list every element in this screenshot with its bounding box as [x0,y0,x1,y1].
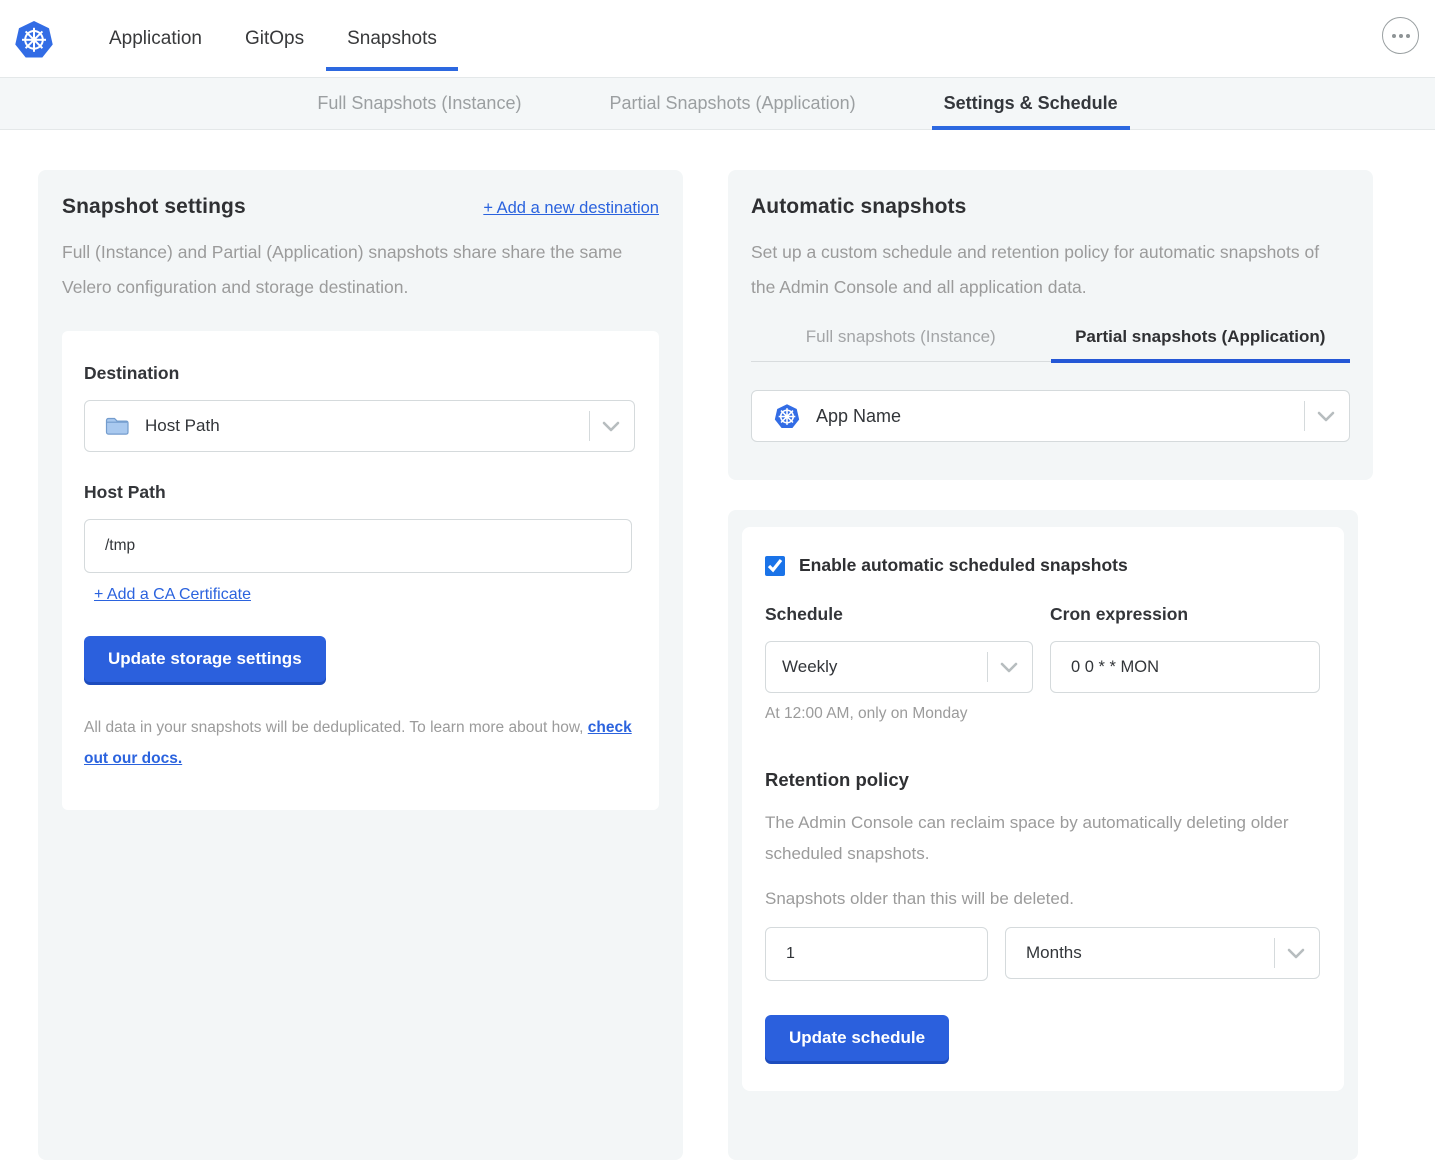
cron-expression-label: Cron expression [1050,604,1320,625]
storage-settings-panel: Destination Host Path Host Path + Add a … [62,331,659,810]
ellipsis-icon [1392,34,1396,38]
update-storage-settings-button[interactable]: Update storage settings [84,636,326,682]
dedupe-footnote-text: All data in your snapshots will be dedup… [84,719,588,736]
snapshot-settings-title: Snapshot settings [62,195,246,219]
snapshot-settings-description: Full (Instance) and Partial (Application… [62,235,652,305]
cron-expression-input[interactable] [1050,641,1320,693]
subnav-settings-schedule[interactable]: Settings & Schedule [944,78,1118,129]
kubernetes-logo-icon [14,19,54,59]
retention-amount-input[interactable] [765,927,988,981]
subnav-settings-schedule-label: Settings & Schedule [944,93,1118,114]
main-nav: Application GitOps Snapshots [109,0,437,77]
cron-hint: At 12:00 AM, only on Monday [765,705,1320,723]
destination-label: Destination [84,363,635,384]
active-snapshot-tab-indicator [1051,359,1351,363]
schedule-label: Schedule [765,604,1033,625]
tab-partial-snapshots-application-label: Partial snapshots (Application) [1075,327,1325,346]
retention-policy-title: Retention policy [765,769,1320,791]
destination-select[interactable]: Host Path [84,400,635,452]
tab-gitops[interactable]: GitOps [245,0,304,77]
add-destination-link[interactable]: + Add a new destination [483,199,659,218]
enable-snapshots-checkbox[interactable] [765,556,785,576]
retention-hint: Snapshots older than this will be delete… [765,889,1320,909]
snapshot-settings-card: Snapshot settings + Add a new destinatio… [38,170,683,1160]
chevron-down-icon [1000,662,1018,673]
subnav-full-snapshots[interactable]: Full Snapshots (Instance) [317,78,521,129]
host-path-input[interactable] [84,519,632,573]
folder-icon [105,416,129,436]
select-divider [1304,401,1305,431]
app-name-select[interactable]: App Name [751,390,1350,442]
chevron-down-icon [1287,948,1305,959]
enable-snapshots-label: Enable automatic scheduled snapshots [799,555,1128,576]
top-nav: Application GitOps Snapshots [0,0,1435,77]
retention-unit-select[interactable]: Months [1005,927,1320,979]
chevron-down-icon [602,421,620,432]
retention-unit-value: Months [1026,943,1274,963]
schedule-interval-value: Weekly [782,657,987,677]
dedupe-footnote: All data in your snapshots will be dedup… [84,712,635,774]
update-schedule-button[interactable]: Update schedule [765,1015,949,1061]
host-path-label: Host Path [84,482,635,503]
tab-full-snapshots-instance[interactable]: Full snapshots (Instance) [751,327,1051,361]
snapshot-type-tabs: Full snapshots (Instance) Partial snapsh… [751,327,1350,362]
tab-application[interactable]: Application [109,0,202,77]
app-kubernetes-icon [774,403,800,429]
tab-full-snapshots-instance-label: Full snapshots (Instance) [806,327,996,346]
tab-snapshots[interactable]: Snapshots [347,0,437,77]
schedule-panel: Enable automatic scheduled snapshots Sch… [742,527,1344,1091]
tab-application-label: Application [109,28,202,50]
select-divider [1274,938,1275,968]
schedule-interval-select[interactable]: Weekly [765,641,1033,693]
subnav-partial-snapshots-label: Partial Snapshots (Application) [609,93,855,114]
tab-partial-snapshots-application[interactable]: Partial snapshots (Application) [1051,327,1351,361]
chevron-down-icon [1317,411,1335,422]
destination-value: Host Path [145,416,589,436]
snapshots-subnav: Full Snapshots (Instance) Partial Snapsh… [0,77,1435,130]
retention-policy-description: The Admin Console can reclaim space by a… [765,807,1305,869]
automatic-snapshots-title: Automatic snapshots [751,195,1350,219]
tab-snapshots-label: Snapshots [347,28,437,50]
subnav-partial-snapshots[interactable]: Partial Snapshots (Application) [609,78,855,129]
add-ca-certificate-link[interactable]: + Add a CA Certificate [94,586,251,604]
automatic-snapshots-description: Set up a custom schedule and retention p… [751,235,1331,305]
subnav-full-snapshots-label: Full Snapshots (Instance) [317,93,521,114]
schedule-card: Enable automatic scheduled snapshots Sch… [728,510,1358,1160]
app-name-value: App Name [816,406,1304,427]
select-divider [987,652,988,682]
active-tab-indicator [326,67,458,71]
automatic-snapshots-card: Automatic snapshots Set up a custom sche… [728,170,1373,480]
active-subnav-indicator [932,126,1130,130]
more-menu-button[interactable] [1382,17,1419,54]
select-divider [589,411,590,441]
tab-gitops-label: GitOps [245,28,304,50]
